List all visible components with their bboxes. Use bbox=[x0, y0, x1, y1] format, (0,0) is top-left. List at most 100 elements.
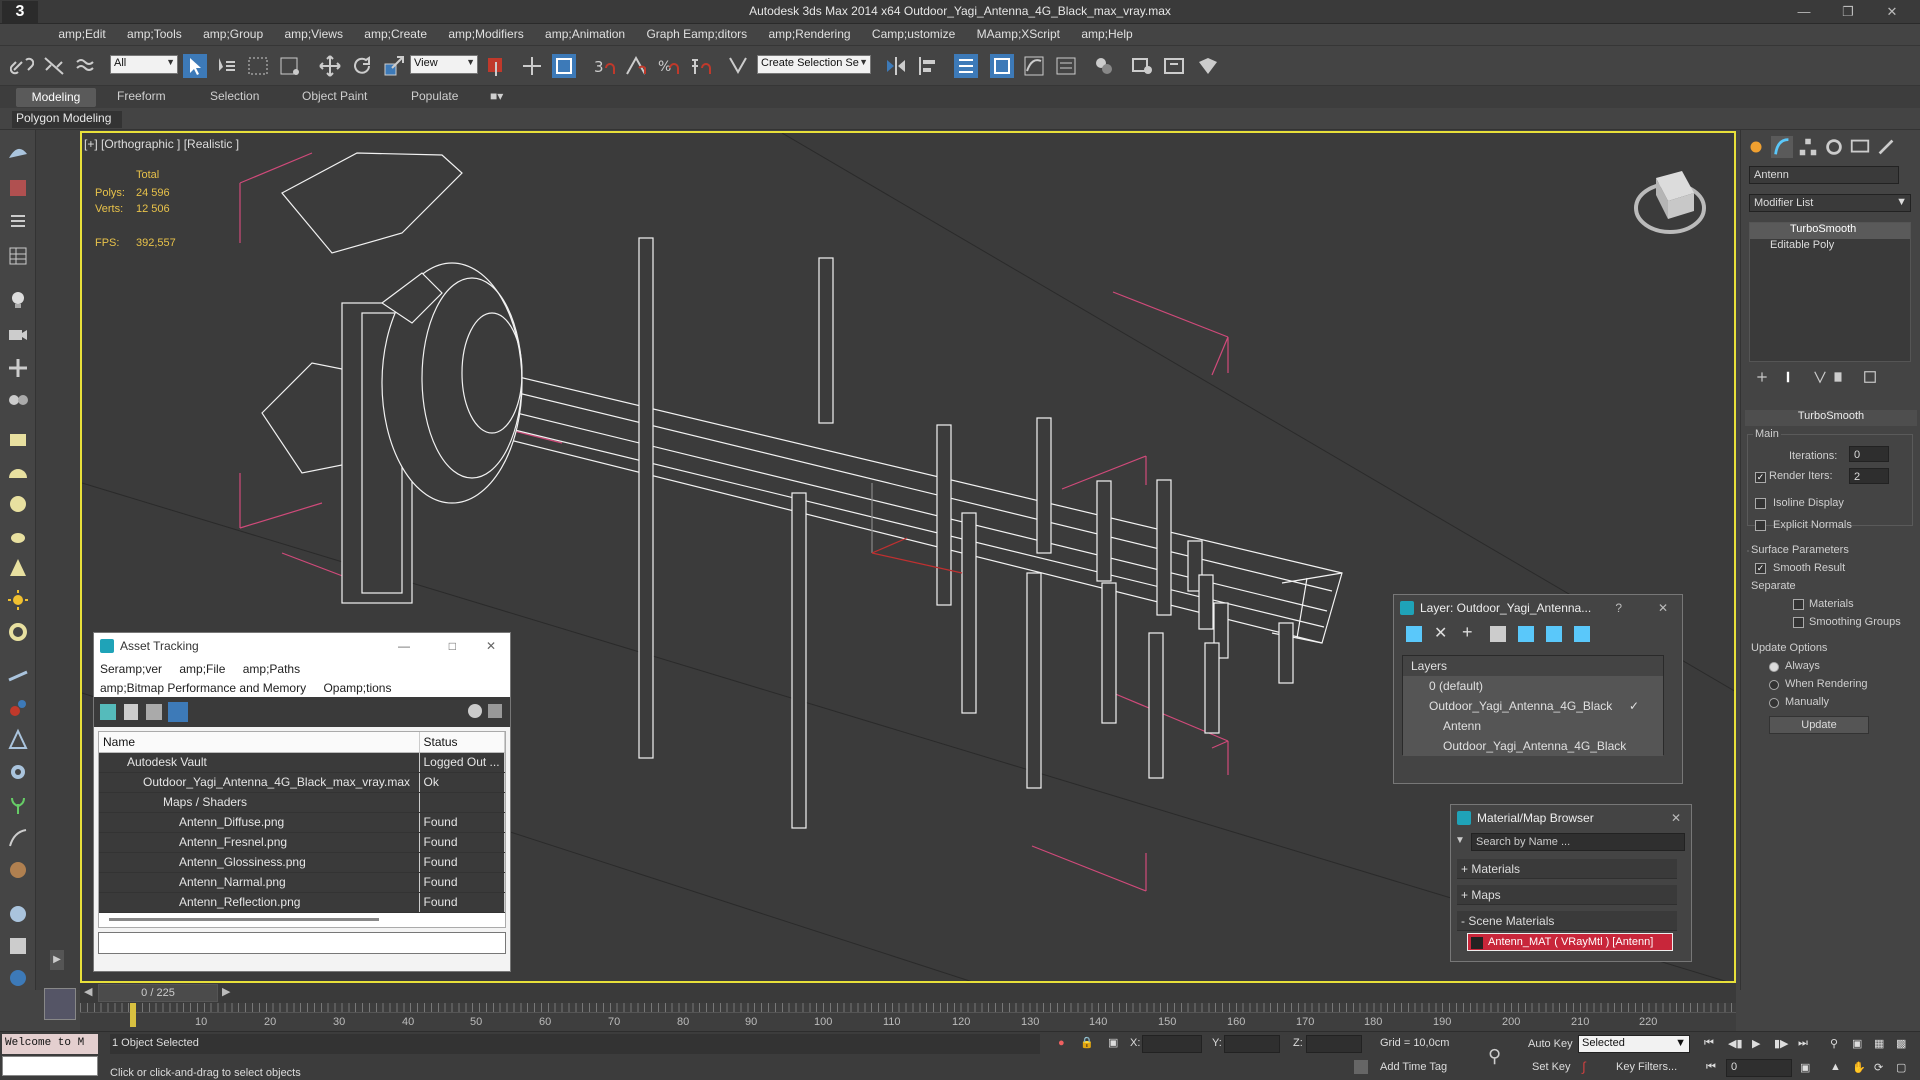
polygon-modeling-panel[interactable]: Polygon Modeling bbox=[12, 111, 122, 128]
cone-primitive-icon[interactable] bbox=[6, 556, 30, 580]
layer-row-object[interactable]: Outdoor_Yagi_Antenna_4G_Black bbox=[1403, 736, 1663, 756]
render-region-icon[interactable] bbox=[6, 934, 30, 958]
table-row[interactable]: Autodesk Vault Logged Out ... bbox=[99, 752, 505, 773]
close-icon[interactable]: ✕ bbox=[486, 633, 496, 659]
menu-create[interactable]: amp;Create bbox=[355, 24, 436, 44]
utilities-tab-icon[interactable] bbox=[1875, 136, 1897, 158]
viewport-label[interactable]: [+] [Orthographic ] [Realistic ] bbox=[84, 137, 239, 151]
move-icon[interactable] bbox=[318, 54, 342, 78]
freeze-all-icon[interactable] bbox=[1574, 626, 1590, 642]
iterations-spinner[interactable]: 0 bbox=[1849, 446, 1889, 462]
set-key-icon[interactable]: ∫ bbox=[1582, 1059, 1596, 1074]
hierarchy-tab-icon[interactable] bbox=[1797, 136, 1819, 158]
unlink-icon[interactable] bbox=[42, 54, 66, 78]
menu-animation[interactable]: amp;Animation bbox=[536, 24, 634, 44]
maxscript-listener[interactable]: Welcome to M bbox=[2, 1034, 98, 1054]
lock-selection-icon[interactable]: 🔒 bbox=[1080, 1036, 1094, 1049]
create-tab-icon[interactable] bbox=[1745, 136, 1767, 158]
link-icon[interactable] bbox=[10, 54, 34, 78]
menu-bitmap-performance[interactable]: amp;Bitmap Performance and Memory bbox=[100, 681, 306, 695]
table-row[interactable]: Antenn_Diffuse.png Found bbox=[99, 812, 505, 833]
go-to-end-icon[interactable]: ⏭ bbox=[1798, 1037, 1808, 1050]
explicit-normals-checkbox[interactable] bbox=[1755, 520, 1766, 531]
render-icon[interactable] bbox=[6, 176, 30, 200]
list-icon[interactable] bbox=[6, 210, 30, 234]
align-icon[interactable] bbox=[916, 54, 940, 78]
turbosmooth-rollout-header[interactable]: TurboSmooth bbox=[1745, 410, 1917, 426]
highlight-layer-icon[interactable] bbox=[1518, 626, 1534, 642]
close-button[interactable]: ✕ bbox=[1870, 0, 1914, 24]
menu-tools[interactable]: amp;Tools bbox=[118, 24, 191, 44]
timeline-ruler[interactable]: 10 20 30 40 50 60 70 80 90 100 110 120 1… bbox=[80, 1003, 1736, 1031]
time-tag-icon[interactable] bbox=[1354, 1060, 1368, 1074]
menu-file[interactable]: amp;File bbox=[179, 662, 225, 676]
expand-toolbar-icon[interactable]: ▶ bbox=[50, 950, 64, 970]
table-row[interactable]: Maps / Shaders bbox=[99, 792, 505, 813]
scene-materials-section[interactable]: - Scene Materials bbox=[1457, 911, 1677, 931]
motion-tab-icon[interactable] bbox=[1823, 136, 1845, 158]
paint-icon[interactable] bbox=[6, 696, 30, 720]
make-unique-icon[interactable] bbox=[1813, 370, 1827, 384]
grid-icon[interactable] bbox=[6, 244, 30, 268]
window-crossing-icon[interactable] bbox=[278, 54, 302, 78]
maps-section[interactable]: + Maps bbox=[1457, 885, 1677, 905]
always-radio[interactable] bbox=[1769, 662, 1779, 672]
rendered-frame-window-icon[interactable] bbox=[1162, 54, 1186, 78]
snap-toggle-icon[interactable]: 3 bbox=[592, 54, 616, 78]
menu-views[interactable]: amp;Views bbox=[275, 24, 351, 44]
zoom-icon[interactable]: ⚲ bbox=[1830, 1037, 1838, 1050]
pan-icon[interactable]: ✋ bbox=[1852, 1061, 1866, 1074]
field-of-view-icon[interactable]: ▲ bbox=[1830, 1061, 1841, 1073]
asset-tracking-titlebar[interactable]: Asset Tracking — □ ✕ bbox=[94, 633, 510, 659]
time-configuration-icon[interactable]: ▣ bbox=[1800, 1061, 1810, 1074]
globe-icon[interactable] bbox=[6, 902, 30, 926]
tab-modeling[interactable]: Modeling bbox=[16, 88, 96, 107]
maximize-icon[interactable]: □ bbox=[449, 633, 456, 659]
keyboard-shortcut-override-icon[interactable] bbox=[552, 54, 576, 78]
fur-icon[interactable] bbox=[6, 858, 30, 882]
layer-window-titlebar[interactable]: Layer: Outdoor_Yagi_Antenna... ? ✕ bbox=[1394, 595, 1682, 621]
absolute-mode-icon[interactable]: ▣ bbox=[1108, 1036, 1118, 1049]
angle-snap-icon[interactable] bbox=[624, 54, 648, 78]
scene-material-item[interactable]: Antenn_MAT ( VRayMtl ) [Antenn] bbox=[1467, 933, 1673, 951]
help-icon[interactable] bbox=[468, 704, 482, 718]
browser-options-icon[interactable]: ▼ bbox=[1455, 835, 1467, 849]
helper-icon[interactable] bbox=[6, 356, 30, 380]
compass-icon[interactable] bbox=[6, 728, 30, 752]
menu-help[interactable]: amp;Help bbox=[1072, 24, 1141, 44]
tab-populate[interactable]: Populate bbox=[411, 89, 458, 103]
render-iters-spinner[interactable]: 2 bbox=[1849, 468, 1889, 484]
sun-icon[interactable] bbox=[6, 588, 30, 612]
refresh-icon[interactable] bbox=[100, 704, 116, 720]
select-by-name-icon[interactable] bbox=[214, 54, 238, 78]
time-slider[interactable]: ◀ 0 / 225 ▶ bbox=[80, 983, 1736, 1003]
film-icon[interactable] bbox=[6, 388, 30, 412]
select-objects-icon[interactable] bbox=[1490, 626, 1506, 642]
key-icon[interactable]: ⚲ bbox=[1488, 1046, 1501, 1067]
scene-explorer-icon[interactable] bbox=[954, 54, 978, 78]
select-manipulate-icon[interactable] bbox=[520, 54, 544, 78]
smoothing-groups-checkbox[interactable] bbox=[1793, 617, 1804, 628]
menu-graph-editors[interactable]: Graph Eamp;ditors bbox=[637, 24, 756, 44]
render-setup-icon[interactable] bbox=[1130, 54, 1154, 78]
show-end-result-icon[interactable] bbox=[1781, 370, 1795, 384]
light-bulb-icon[interactable] bbox=[6, 288, 30, 312]
table-view-icon[interactable] bbox=[168, 702, 188, 722]
stack-item-editable-poly[interactable]: Editable Poly bbox=[1750, 239, 1910, 255]
play-icon[interactable]: ▶ bbox=[1752, 1037, 1760, 1050]
add-to-layer-icon[interactable]: + bbox=[1462, 622, 1473, 643]
key-mode-dropdown[interactable]: Selected ▼ bbox=[1578, 1035, 1690, 1053]
menu-group[interactable]: amp;Group bbox=[194, 24, 272, 44]
menu-edit[interactable]: amp;Edit bbox=[49, 24, 114, 44]
material-search-input[interactable]: Search by Name ... bbox=[1471, 833, 1685, 851]
gear-icon[interactable] bbox=[6, 760, 30, 784]
table-row[interactable]: Outdoor_Yagi_Antenna_4G_Black_max_vray.m… bbox=[99, 772, 505, 793]
vray-icon[interactable] bbox=[6, 966, 30, 990]
table-row[interactable]: Antenn_Narmal.png Found bbox=[99, 872, 505, 893]
table-row[interactable]: Antenn_Fresnel.png Found bbox=[99, 832, 505, 853]
add-time-tag-button[interactable]: Add Time Tag bbox=[1380, 1061, 1447, 1073]
display-tab-icon[interactable] bbox=[1849, 136, 1871, 158]
ribbon-options-icon[interactable]: ■▾ bbox=[490, 89, 503, 103]
curve-editor-icon[interactable] bbox=[1022, 54, 1046, 78]
isoline-checkbox[interactable] bbox=[1755, 498, 1766, 509]
